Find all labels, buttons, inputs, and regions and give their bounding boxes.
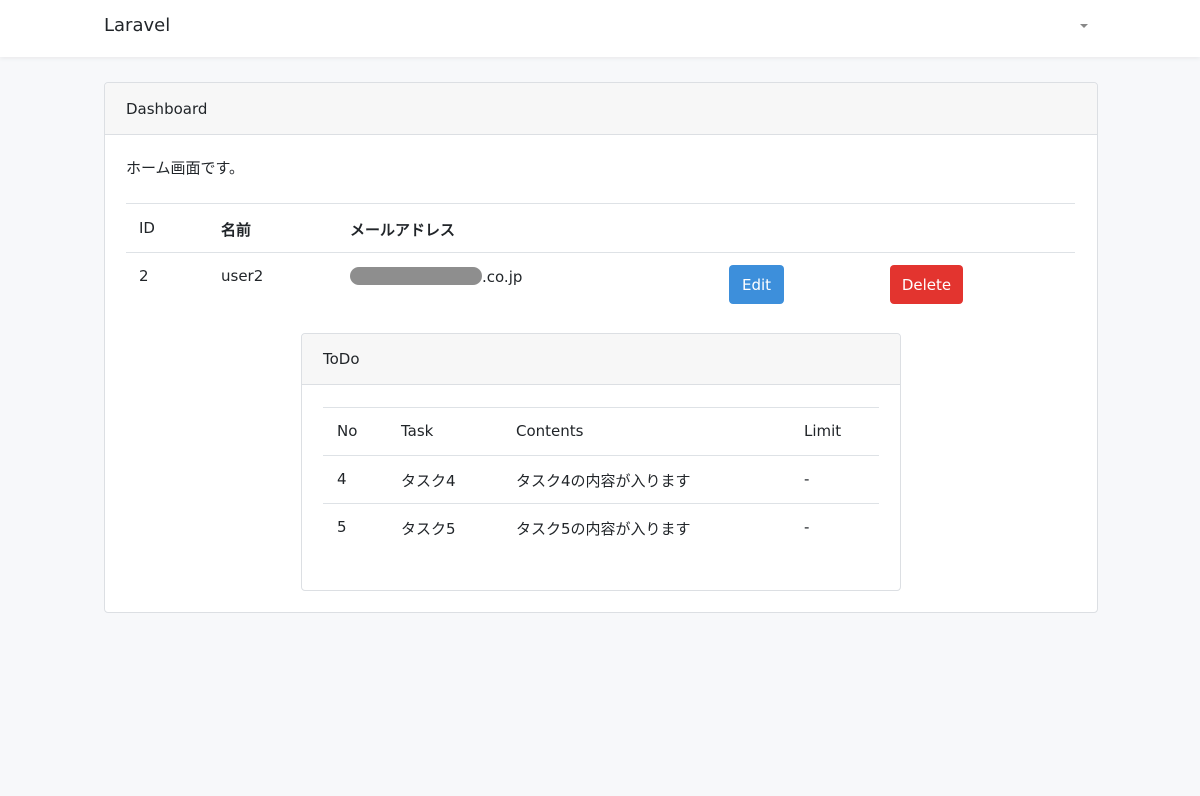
todo-card: ToDo No Task Contents Limit 4 タスク4 タスク4の… (301, 333, 901, 591)
column-header-contents: Contents (516, 422, 584, 440)
todo-row: 4 タスク4 タスク4の内容が入ります - (323, 456, 879, 504)
caret-down-icon (1080, 24, 1088, 28)
delete-button[interactable]: Delete (890, 265, 963, 304)
dashboard-card-header: Dashboard (105, 83, 1097, 135)
todo-title: ToDo (323, 350, 360, 368)
todo-contents: タスク5の内容が入ります (516, 520, 691, 538)
dashboard-title: Dashboard (126, 99, 208, 118)
column-header-limit: Limit (804, 422, 842, 440)
todo-table: No Task Contents Limit 4 タスク4 タスク4の内容が入り… (323, 407, 879, 552)
user-row: 2 user2 .co.jp Edit Delete (126, 253, 1075, 309)
dashboard-card: Dashboard ホーム画面です。 ID 名前 メールアドレス 2 user2… (104, 82, 1098, 613)
column-header-email: メールアドレス (350, 221, 456, 239)
column-header-no: No (337, 422, 358, 440)
user-table-header: ID 名前 メールアドレス (126, 204, 1075, 253)
todo-table-header: No Task Contents Limit (323, 408, 879, 456)
user-table: ID 名前 メールアドレス 2 user2 .co.jp Edit Delete (126, 203, 1075, 309)
user-dropdown-toggle[interactable] (1078, 22, 1090, 32)
user-id: 2 (139, 267, 149, 285)
todo-task: タスク4 (401, 472, 456, 490)
todo-contents: タスク4の内容が入ります (516, 472, 691, 490)
column-header-id: ID (139, 219, 155, 237)
todo-task: タスク5 (401, 520, 456, 538)
column-header-task: Task (401, 422, 434, 440)
user-email: .co.jp (350, 267, 522, 286)
redacted-email-mask (350, 267, 482, 285)
todo-limit: - (804, 518, 810, 536)
edit-button[interactable]: Edit (729, 265, 784, 304)
todo-no: 5 (337, 518, 347, 536)
user-name: user2 (221, 267, 264, 285)
intro-text: ホーム画面です。 (126, 159, 245, 177)
user-email-suffix: .co.jp (482, 268, 523, 286)
column-header-name: 名前 (221, 221, 252, 239)
todo-row: 5 タスク5 タスク5の内容が入ります - (323, 504, 879, 552)
todo-no: 4 (337, 470, 347, 488)
todo-card-header: ToDo (302, 334, 900, 385)
todo-limit: - (804, 470, 810, 488)
brand-link[interactable]: Laravel (104, 15, 170, 36)
top-navbar: Laravel (0, 0, 1200, 57)
